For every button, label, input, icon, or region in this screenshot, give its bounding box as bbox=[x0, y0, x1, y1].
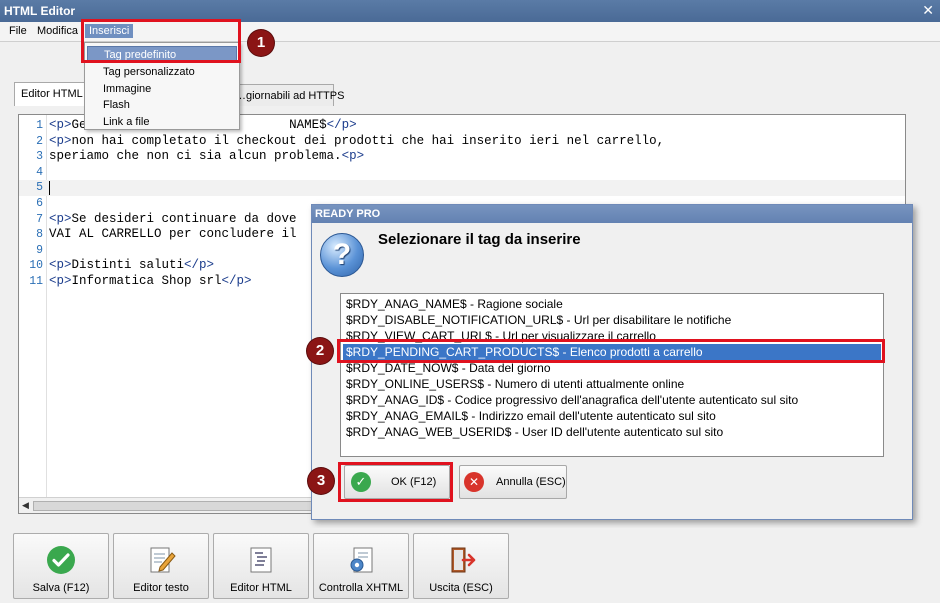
exit-label: Uscita (ESC) bbox=[429, 582, 493, 594]
line-number: 2 bbox=[36, 134, 43, 148]
window-title: HTML Editor bbox=[4, 4, 76, 18]
tag-listbox[interactable]: $RDY_ANAG_NAME$ - Ragione sociale $RDY_DI… bbox=[340, 293, 884, 457]
tag-list-item[interactable]: $RDY_DISABLE_NOTIFICATION_URL$ - Url per… bbox=[343, 312, 881, 328]
text-editor-button[interactable]: Editor testo bbox=[113, 533, 209, 599]
tab-editor-html[interactable]: Editor HTML bbox=[14, 82, 90, 106]
tab-label: Editor HTML bbox=[21, 88, 83, 100]
cancel-button-label: Annulla (ESC) bbox=[496, 476, 566, 488]
annotation-badge-1: 1 bbox=[248, 30, 274, 56]
save-button-label: Salva (F12) bbox=[32, 582, 90, 594]
check-xhtml-label: Controlla XHTML bbox=[318, 582, 404, 594]
menu-item-immagine[interactable]: Immagine bbox=[87, 81, 237, 97]
code-text: <p>Se desideri continuare da dove bbox=[49, 211, 297, 226]
annotation-badge-3: 3 bbox=[308, 468, 334, 494]
line-number: 1 bbox=[36, 119, 43, 132]
text-caret bbox=[49, 181, 50, 196]
close-icon[interactable]: ✕ bbox=[922, 2, 934, 19]
menu-modifica[interactable]: Modifica bbox=[37, 25, 78, 37]
html-editor-button[interactable]: Editor HTML bbox=[213, 533, 309, 599]
annotation-highlight-menu bbox=[81, 19, 241, 63]
line-number: 6 bbox=[36, 197, 43, 210]
annotation-badge-2: 2 bbox=[307, 338, 333, 364]
tab-label: …giornabili ad HTTPS bbox=[235, 90, 345, 102]
code-line[interactable]: 2 <p>non hai completato il checkout dei p… bbox=[19, 134, 905, 150]
dialog-title: READY PRO bbox=[312, 205, 912, 223]
tag-list-item[interactable]: $RDY_ANAG_WEB_USERID$ - User ID dell'ute… bbox=[343, 424, 881, 440]
code-text: VAI AL CARRELLO per concludere il bbox=[49, 227, 297, 242]
tag-list-item[interactable]: $RDY_ONLINE_USERS$ - Numero di utenti at… bbox=[343, 376, 881, 392]
pencil-document-icon bbox=[150, 547, 176, 573]
html-document-icon bbox=[250, 547, 272, 573]
exit-button[interactable]: Uscita (ESC) bbox=[413, 533, 509, 599]
line-number: 11 bbox=[29, 275, 43, 288]
menu-item-link-a-file[interactable]: Link a file bbox=[87, 114, 237, 130]
code-line[interactable]: 5 bbox=[19, 180, 905, 197]
line-number: 7 bbox=[36, 212, 43, 226]
line-number: 3 bbox=[36, 150, 43, 164]
question-icon: ? bbox=[320, 233, 364, 277]
line-number: 4 bbox=[36, 165, 43, 179]
text-editor-label: Editor testo bbox=[133, 582, 189, 594]
code-text: <p>non hai completato il checkout dei pr… bbox=[49, 133, 665, 148]
code-text: speriamo che non ci sia alcun problema.<… bbox=[49, 149, 365, 164]
line-number: 5 bbox=[36, 181, 43, 195]
code-line[interactable]: 3 speriamo che non ci sia alcun problema.… bbox=[19, 149, 905, 165]
tab-https[interactable]: …giornabili ad HTTPS bbox=[224, 84, 344, 106]
annotation-highlight-list-item bbox=[337, 339, 885, 363]
scrollbar-thumb[interactable] bbox=[33, 501, 318, 511]
tag-list-item[interactable]: $RDY_ANAG_ID$ - Codice progressivo dell'… bbox=[343, 392, 881, 408]
line-number: 10 bbox=[29, 259, 43, 273]
bottom-toolbar: Salva (F12) Editor testo Editor HTML Con… bbox=[0, 528, 940, 603]
line-number: 8 bbox=[36, 228, 43, 242]
code-text: <p>Distinti saluti</p> bbox=[49, 258, 215, 273]
menu-item-tag-personalizzato[interactable]: Tag personalizzato bbox=[87, 64, 237, 80]
cancel-button[interactable]: ✕ Annulla (ESC) bbox=[459, 465, 567, 499]
save-button[interactable]: Salva (F12) bbox=[13, 533, 109, 599]
line-number: 9 bbox=[36, 243, 43, 257]
cancel-icon: ✕ bbox=[464, 472, 484, 492]
dialog-heading: Selezionare il tag da inserire bbox=[378, 231, 581, 248]
menu-file[interactable]: File bbox=[9, 25, 27, 37]
scroll-left-icon[interactable]: ◀ bbox=[22, 500, 29, 511]
exit-door-icon bbox=[451, 547, 476, 573]
code-line[interactable]: 4 bbox=[19, 165, 905, 181]
check-icon bbox=[47, 546, 75, 574]
html-editor-label: Editor HTML bbox=[230, 582, 292, 594]
code-text: <p>Informatica Shop srl</p> bbox=[49, 274, 252, 288]
gear-document-icon bbox=[350, 547, 373, 573]
check-xhtml-button[interactable]: Controlla XHTML bbox=[313, 533, 409, 599]
menu-item-flash[interactable]: Flash bbox=[87, 97, 237, 113]
tag-list-item[interactable]: $RDY_ANAG_NAME$ - Ragione sociale bbox=[343, 296, 881, 312]
tag-list-item[interactable]: $RDY_ANAG_EMAIL$ - Indirizzo email dell'… bbox=[343, 408, 881, 424]
annotation-highlight-ok bbox=[338, 462, 453, 502]
